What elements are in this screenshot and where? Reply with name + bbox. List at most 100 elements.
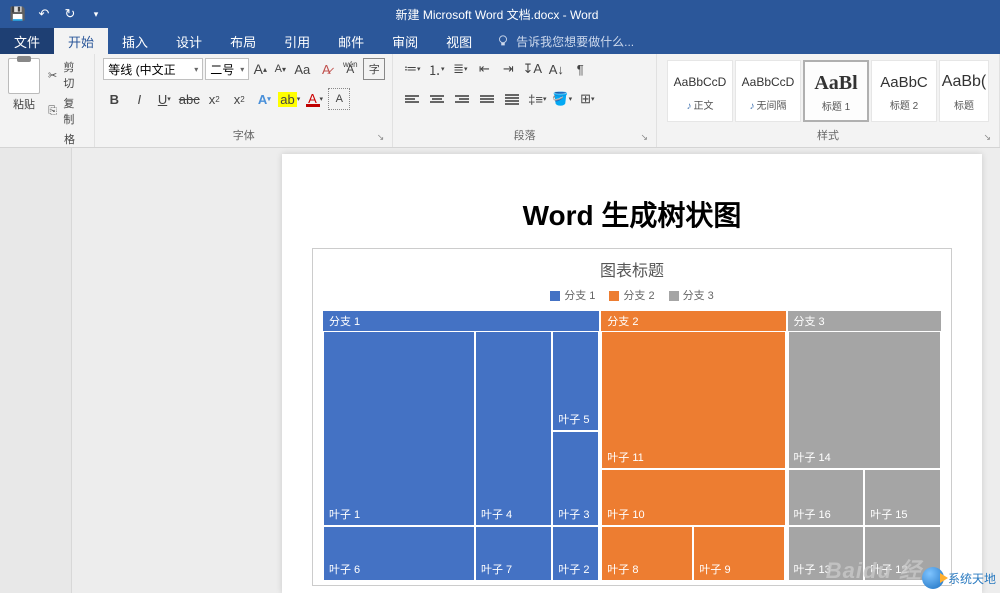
subscript-button[interactable]: x2: [203, 88, 225, 110]
branch-header: 分支 2: [601, 311, 785, 331]
strikethrough-button[interactable]: abc: [178, 88, 200, 110]
qat-customize-icon[interactable]: ▾: [84, 2, 108, 26]
shading-button[interactable]: 🪣▾: [551, 88, 573, 110]
style-label: 标题: [954, 101, 974, 112]
ribbon-tabs: 文件 开始 插入 设计 布局 引用 邮件 审阅 视图 告诉我您想要做什么...: [0, 28, 1000, 54]
treemap-leaf[interactable]: 叶子 10: [601, 469, 785, 527]
ribbon: 粘贴 ✂剪切 ⎘复制 🖌格式刷 剪贴板↘ 等线 (中文正▾ 二号▾ A▴ A▾ …: [0, 54, 1000, 148]
tell-me-search[interactable]: 告诉我您想要做什么...: [496, 28, 634, 54]
branch-header: 分支 1: [323, 311, 599, 331]
increase-indent-button[interactable]: ⇥: [497, 58, 519, 80]
align-center-button[interactable]: [426, 88, 448, 110]
treemap-leaf[interactable]: 叶子 6: [323, 526, 475, 581]
treemap-leaf[interactable]: 叶子 15: [864, 469, 941, 527]
tab-layout[interactable]: 布局: [216, 28, 270, 54]
copy-button[interactable]: ⎘复制: [44, 94, 86, 128]
phonetic-guide-button[interactable]: wénA: [339, 58, 361, 80]
style-preview: AaBb(: [942, 67, 986, 97]
clear-formatting-button[interactable]: A̷: [315, 58, 337, 80]
treemap-leaf[interactable]: 叶子 9: [693, 526, 785, 581]
treemap-leaf[interactable]: 叶子 14: [788, 331, 942, 469]
treemap-chart[interactable]: 图表标题 分支 1 分支 2 分支 3 分支 1 叶子 1 叶子 6 叶子 4 …: [312, 248, 952, 586]
tab-mailings[interactable]: 邮件: [324, 28, 378, 54]
shrink-font-button[interactable]: A▾: [271, 58, 289, 80]
tab-review[interactable]: 审阅: [378, 28, 432, 54]
legend-item[interactable]: 分支 2: [609, 287, 654, 303]
tab-references[interactable]: 引用: [270, 28, 324, 54]
undo-icon[interactable]: ↶: [32, 2, 56, 26]
treemap-leaf[interactable]: 叶子 11: [601, 331, 785, 469]
legend-item[interactable]: 分支 1: [550, 287, 595, 303]
font-color-button[interactable]: A▾: [303, 88, 325, 110]
treemap-leaf[interactable]: 叶子 8: [601, 526, 693, 581]
distributed-button[interactable]: [501, 88, 523, 110]
navigation-pane[interactable]: [0, 148, 72, 593]
styles-dialog-launcher[interactable]: ↘: [983, 132, 991, 143]
bold-button[interactable]: B: [103, 88, 125, 110]
document-page[interactable]: Word 生成树状图 图表标题 分支 1 分支 2 分支 3 分支 1 叶子 1…: [282, 154, 982, 593]
site-badge: 系统天地: [922, 567, 996, 589]
line-spacing-button[interactable]: ‡≡▾: [526, 88, 548, 110]
text-direction-button[interactable]: ↧A: [521, 58, 543, 80]
character-border-button[interactable]: 字: [363, 58, 385, 80]
font-group-label: 字体: [233, 130, 255, 142]
treemap-leaf[interactable]: 叶子 16: [788, 469, 865, 527]
style-heading2[interactable]: AaBbC标题 2: [871, 60, 937, 122]
treemap-leaf[interactable]: 叶子 4: [475, 331, 552, 526]
treemap-leaf[interactable]: 叶子 7: [475, 526, 552, 581]
style-heading1[interactable]: AaBl标题 1: [803, 60, 869, 122]
numbering-button[interactable]: ⒈▾: [425, 58, 447, 80]
highlight-button[interactable]: ab▾: [278, 88, 300, 110]
tab-file[interactable]: 文件: [0, 28, 54, 54]
paragraph-dialog-launcher[interactable]: ↘: [640, 132, 648, 143]
paste-button[interactable]: 粘贴: [8, 58, 40, 112]
styles-gallery[interactable]: AaBbCcD♪正文 AaBbCcD♪无间隔 AaBl标题 1 AaBbC标题 …: [665, 58, 991, 124]
chart-legend: 分支 1 分支 2 分支 3: [323, 287, 941, 303]
font-family-combo[interactable]: 等线 (中文正▾: [103, 58, 203, 80]
change-case-button[interactable]: Aa: [291, 58, 313, 80]
style-label: 正文: [694, 101, 714, 112]
treemap-leaf[interactable]: 叶子 5: [552, 331, 599, 431]
text-effects-button[interactable]: A▾: [253, 88, 275, 110]
group-font: 等线 (中文正▾ 二号▾ A▴ A▾ Aa A̷ wénA 字 B I U▾ a…: [95, 54, 393, 147]
underline-button[interactable]: U▾: [153, 88, 175, 110]
style-preview: AaBl: [807, 68, 865, 98]
superscript-button[interactable]: x2: [228, 88, 250, 110]
character-shading-button[interactable]: A: [328, 88, 350, 110]
style-preview: AaBbCcD: [738, 67, 798, 97]
bullets-button[interactable]: ≔▾: [401, 58, 423, 80]
redo-icon[interactable]: ↻: [58, 2, 82, 26]
borders-button[interactable]: ⊞▾: [576, 88, 598, 110]
justify-button[interactable]: [476, 88, 498, 110]
align-left-button[interactable]: [401, 88, 423, 110]
show-marks-button[interactable]: ¶: [569, 58, 591, 80]
treemap-leaf[interactable]: 叶子 3: [552, 431, 599, 526]
treemap-leaf[interactable]: 叶子 1: [323, 331, 475, 526]
decrease-indent-button[interactable]: ⇤: [473, 58, 495, 80]
treemap-leaf[interactable]: 叶子 2: [552, 526, 599, 581]
grow-font-button[interactable]: A▴: [251, 58, 269, 80]
tab-home[interactable]: 开始: [54, 28, 108, 54]
cut-button[interactable]: ✂剪切: [44, 58, 86, 92]
font-size-combo[interactable]: 二号▾: [205, 58, 249, 80]
style-no-spacing[interactable]: AaBbCcD♪无间隔: [735, 60, 801, 122]
align-right-button[interactable]: [451, 88, 473, 110]
style-preview: AaBbCcD: [670, 67, 730, 97]
italic-button[interactable]: I: [128, 88, 150, 110]
tab-insert[interactable]: 插入: [108, 28, 162, 54]
style-title[interactable]: AaBb( 标题: [939, 60, 989, 122]
chart-title: 图表标题: [323, 257, 941, 281]
globe-icon: [922, 567, 944, 589]
style-label: 标题 2: [890, 101, 918, 112]
font-dialog-launcher[interactable]: ↘: [377, 132, 385, 143]
watermark-text: Baidu 经: [826, 553, 922, 585]
style-label: 无间隔: [757, 101, 787, 112]
tab-design[interactable]: 设计: [162, 28, 216, 54]
group-clipboard: 粘贴 ✂剪切 ⎘复制 🖌格式刷 剪贴板↘: [0, 54, 95, 147]
sort-button[interactable]: A↓: [545, 58, 567, 80]
legend-item[interactable]: 分支 3: [669, 287, 714, 303]
style-normal[interactable]: AaBbCcD♪正文: [667, 60, 733, 122]
tab-view[interactable]: 视图: [432, 28, 486, 54]
multilevel-list-button[interactable]: ≣▾: [449, 58, 471, 80]
save-icon[interactable]: 💾: [6, 2, 30, 26]
